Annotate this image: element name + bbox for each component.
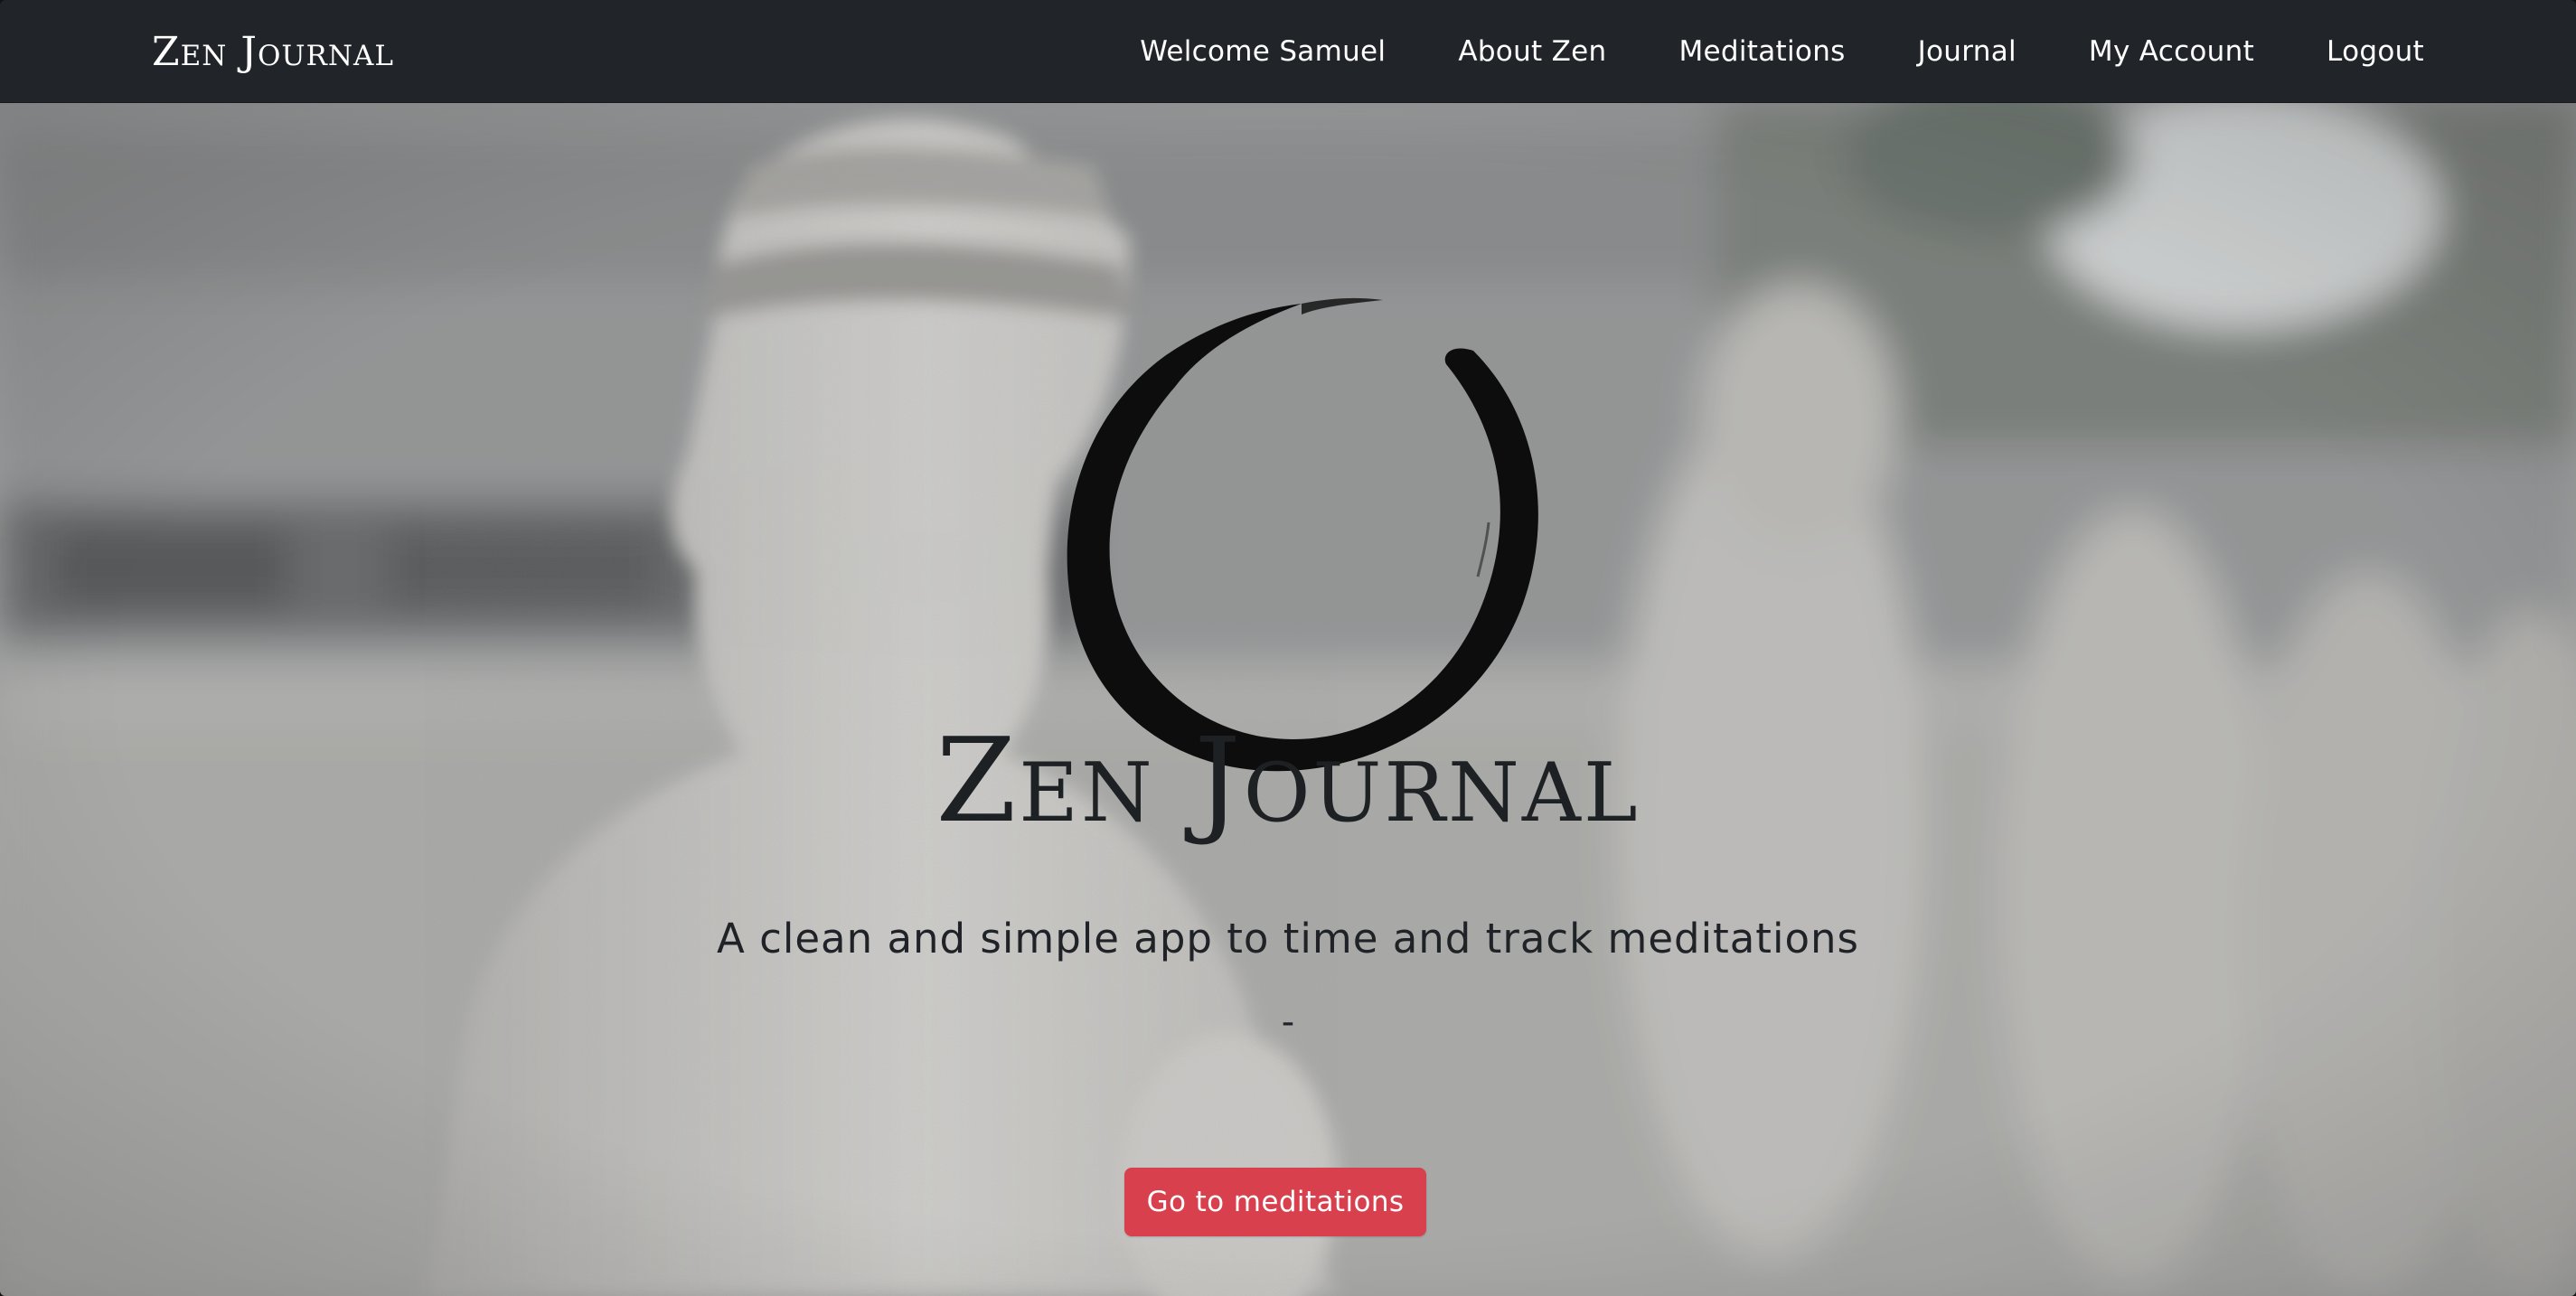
go-to-meditations-button[interactable]: Go to meditations xyxy=(1124,1168,1426,1236)
nav-item-logout: Logout xyxy=(2327,35,2424,68)
nav-link-welcome[interactable]: Welcome Samuel xyxy=(1140,35,1386,68)
nav-item-about-zen: About Zen xyxy=(1458,35,1606,68)
nav-item-meditations: Meditations xyxy=(1679,35,1846,68)
page: Zen Journal Welcome Samuel About Zen Med… xyxy=(0,0,2576,1296)
hero-section: Zen Journal A clean and simple app to ti… xyxy=(0,102,2576,1296)
nav-link-logout[interactable]: Logout xyxy=(2327,35,2424,68)
nav-link-meditations[interactable]: Meditations xyxy=(1679,35,1846,68)
hero-separator: - xyxy=(1281,1001,1295,1043)
nav-link-about-zen[interactable]: About Zen xyxy=(1458,35,1606,68)
hero-subtitle: A clean and simple app to time and track… xyxy=(717,915,1859,963)
top-navbar: Zen Journal Welcome Samuel About Zen Med… xyxy=(0,0,2576,103)
nav-item-welcome: Welcome Samuel xyxy=(1140,35,1386,68)
nav-links: Welcome Samuel About Zen Meditations Jou… xyxy=(1067,0,2424,102)
nav-item-my-account: My Account xyxy=(2089,35,2254,68)
hero-title: Zen Journal xyxy=(935,714,1641,849)
brand-logo-link[interactable]: Zen Journal xyxy=(152,27,394,78)
nav-item-journal: Journal xyxy=(1918,35,2017,68)
nav-link-my-account[interactable]: My Account xyxy=(2089,35,2254,68)
nav-link-journal[interactable]: Journal xyxy=(1918,35,2017,68)
